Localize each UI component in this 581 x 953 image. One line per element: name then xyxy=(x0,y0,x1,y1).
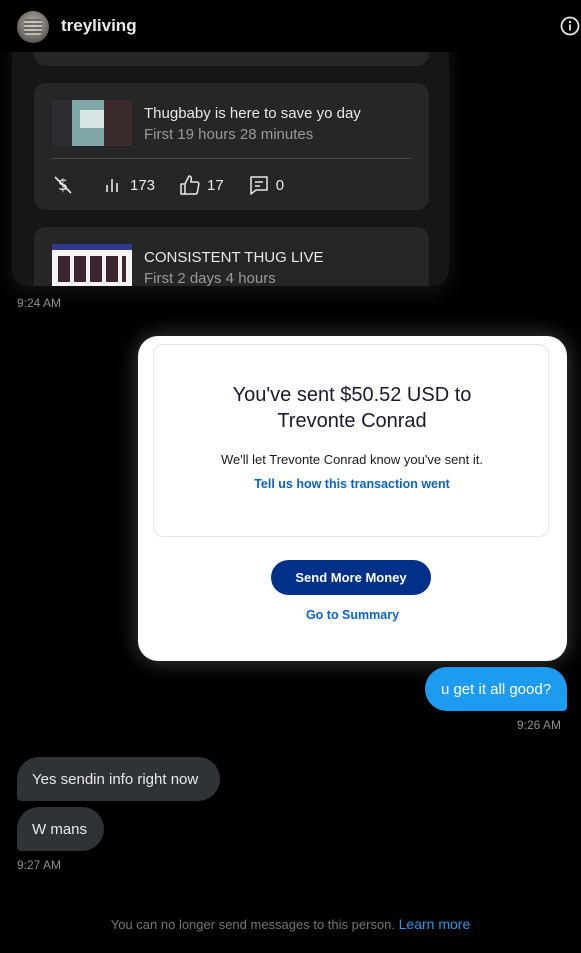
card-divider xyxy=(52,158,411,159)
payment-title: You've sent $50.52 USD to Trevonte Conra… xyxy=(154,382,550,434)
message-timestamp: 9:24 AM xyxy=(17,296,62,310)
comments-stat[interactable]: 0 xyxy=(248,174,284,196)
outgoing-message-bubble[interactable]: u get it all good? xyxy=(425,667,567,711)
stream-title: CONSISTENT THUG LIVE xyxy=(144,249,324,266)
stream-stats: $ 173 17 xyxy=(52,173,308,197)
feedback-link[interactable]: Tell us how this transaction went xyxy=(154,477,550,491)
stream-subtitle: First 2 days 4 hours xyxy=(144,270,276,286)
no-money-icon: $ xyxy=(54,175,72,194)
notice-text: You can no longer send messages to this … xyxy=(110,917,396,932)
avatar[interactable] xyxy=(17,11,49,43)
views-count: 173 xyxy=(130,176,156,194)
payment-confirmation-card: You've sent $50.52 USD to Trevonte Conra… xyxy=(153,344,549,537)
incoming-message-bubble[interactable]: W mans xyxy=(17,807,104,851)
message-timestamp: 9:26 AM xyxy=(517,718,562,732)
go-to-summary-link[interactable]: Go to Summary xyxy=(138,608,567,622)
comments-count: 0 xyxy=(275,176,285,194)
send-more-money-button[interactable]: Send More Money xyxy=(271,560,431,595)
stream-subtitle: First 19 hours 28 minutes xyxy=(144,126,314,143)
conversation-header: treyliving xyxy=(0,0,581,52)
likes-stat[interactable]: 17 xyxy=(179,174,224,196)
stream-title: Thugbaby is here to save yo day xyxy=(144,105,361,122)
stream-thumbnail xyxy=(52,244,132,286)
likes-count: 17 xyxy=(207,176,224,194)
payment-confirmation-image[interactable]: You've sent $50.52 USD to Trevonte Conra… xyxy=(138,336,567,661)
message-timestamp: 9:27 AM xyxy=(17,858,62,872)
stream-card[interactable]: CONSISTENT THUG LIVE First 2 days 4 hour… xyxy=(34,227,429,286)
stream-thumbnail xyxy=(52,100,132,146)
payment-title-line1: You've sent $50.52 USD to xyxy=(232,384,472,406)
thumbs-up-icon xyxy=(180,175,200,195)
payment-title-line2: Trevonte Conrad xyxy=(277,410,427,432)
monetization-stat[interactable]: $ xyxy=(52,174,80,196)
views-stat[interactable]: 173 xyxy=(104,175,155,195)
shared-stream-embed[interactable]: Thugbaby is here to save yo day First 19… xyxy=(12,40,449,286)
payment-note: We'll let Trevonte Conrad know you've se… xyxy=(221,452,483,467)
messaging-disabled-notice: You can no longer send messages to this … xyxy=(0,916,581,932)
message-text: u get it all good? xyxy=(440,680,552,698)
message-text: W mans xyxy=(32,820,88,838)
stream-card[interactable]: Thugbaby is here to save yo day First 19… xyxy=(34,83,429,210)
comment-icon xyxy=(249,176,268,195)
learn-more-link[interactable]: Learn more xyxy=(399,916,471,932)
info-icon[interactable] xyxy=(560,16,580,36)
bar-chart-icon xyxy=(106,179,118,192)
message-text: Yes sendin info right now xyxy=(32,770,199,788)
incoming-message-bubble[interactable]: Yes sendin info right now xyxy=(17,757,220,801)
conversation-username[interactable]: treyliving xyxy=(61,16,137,36)
